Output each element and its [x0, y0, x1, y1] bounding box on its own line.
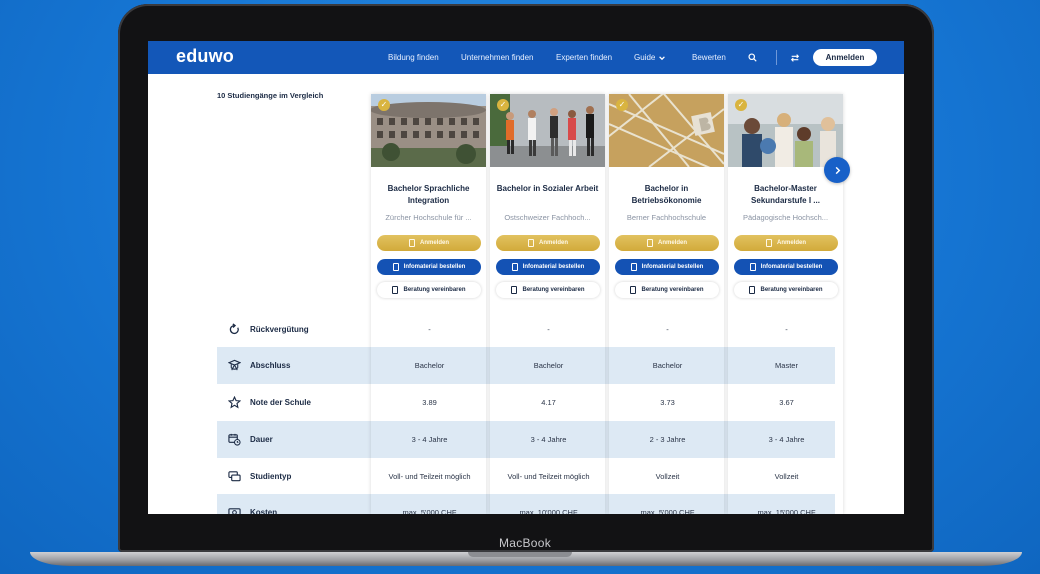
login-button[interactable]: Anmelden	[813, 49, 877, 66]
row-label: Abschluss	[250, 361, 291, 370]
nav-label: Bewerten	[692, 53, 726, 62]
program-card: ✓ Bachelor Sprachliche Integration Zürch…	[371, 94, 486, 514]
button-label: Beratung vereinbaren	[403, 287, 466, 293]
calendar-clock-icon	[228, 433, 241, 446]
edit-document-icon	[408, 239, 415, 247]
row-label: Note der Schule	[250, 398, 311, 407]
edit-document-icon	[765, 239, 772, 247]
button-label: Beratung vereinbaren	[760, 287, 823, 293]
top-navigation: eduwo Bildung finden Unternehmen finden …	[148, 41, 904, 74]
program-school[interactable]: Pädagogische Hochsch...	[734, 213, 837, 222]
carousel-next-button[interactable]	[824, 157, 850, 183]
program-title[interactable]: Bachelor Sprachliche Integration	[375, 183, 482, 207]
button-label: Infomaterial bestellen	[403, 264, 466, 270]
checkmark-icon: ✓	[497, 99, 509, 111]
apply-button[interactable]: Anmelden	[377, 235, 481, 251]
program-school[interactable]: Berner Fachhochschule	[615, 213, 718, 222]
document-icon	[511, 286, 518, 294]
button-label: Beratung vereinbaren	[641, 287, 704, 293]
apply-button[interactable]: Anmelden	[734, 235, 838, 251]
row-label: Kosten	[250, 508, 278, 514]
laptop-base-notch	[468, 552, 572, 557]
button-label: Beratung vereinbaren	[522, 287, 585, 293]
program-image[interactable]: ✓	[728, 94, 843, 167]
order-info-button[interactable]: Infomaterial bestellen	[734, 259, 838, 275]
nav-label: Guide	[634, 53, 656, 62]
book-consultation-button[interactable]: Beratung vereinbaren	[377, 282, 481, 298]
checkmark-icon: ✓	[616, 99, 628, 111]
apply-button[interactable]: Anmelden	[615, 235, 719, 251]
document-icon	[749, 263, 756, 271]
button-label: Anmelden	[538, 240, 568, 246]
button-label: Infomaterial bestellen	[522, 264, 585, 270]
graduation-icon	[228, 359, 241, 371]
nav-label: Experten finden	[556, 53, 613, 62]
star-icon	[228, 396, 241, 409]
order-info-button[interactable]: Infomaterial bestellen	[615, 259, 719, 275]
book-consultation-button[interactable]: Beratung vereinbaren	[734, 282, 838, 298]
money-icon	[228, 508, 241, 514]
program-card: ✓ Bachelor in Sozialer Arbeit Ostschweiz…	[490, 94, 605, 514]
nav-guide[interactable]: Guide	[634, 41, 666, 74]
program-image[interactable]: ✓	[371, 94, 486, 167]
row-label: Rückvergütung	[250, 325, 309, 334]
browser-screen: eduwo Bildung finden Unternehmen finden …	[148, 41, 904, 514]
program-title[interactable]: Bachelor in Betriebsökonomie	[613, 183, 720, 207]
edit-document-icon	[527, 239, 534, 247]
document-icon	[630, 286, 637, 294]
document-icon	[392, 263, 399, 271]
row-label: Studientyp	[250, 472, 292, 481]
refresh-icon	[229, 323, 239, 335]
nav-bildung-finden[interactable]: Bildung finden	[388, 41, 439, 74]
edit-document-icon	[646, 239, 653, 247]
apply-button[interactable]: Anmelden	[496, 235, 600, 251]
nav-experten-finden[interactable]: Experten finden	[556, 41, 612, 74]
program-title[interactable]: Bachelor in Sozialer Arbeit	[494, 183, 601, 195]
program-card: ✓ Bachelor-Master Sekundarstufe I ... Pä…	[728, 94, 843, 514]
button-label: Anmelden	[657, 240, 687, 246]
checkmark-icon: ✓	[735, 99, 747, 111]
header-divider	[776, 50, 777, 65]
eduwo-logo[interactable]: eduwo	[176, 46, 234, 67]
button-label: Anmelden	[419, 240, 449, 246]
nav-label: Bildung finden	[388, 53, 439, 62]
document-icon	[749, 286, 756, 294]
comparison-title: 10 Studiengänge im Vergleich	[217, 91, 324, 100]
button-label: Anmelden	[776, 240, 806, 246]
button-label: Infomaterial bestellen	[760, 264, 823, 270]
device-label: MacBook	[498, 536, 552, 550]
order-info-button[interactable]: Infomaterial bestellen	[496, 259, 600, 275]
nav-label: Unternehmen finden	[461, 53, 534, 62]
book-consultation-button[interactable]: Beratung vereinbaren	[496, 282, 600, 298]
button-label: Infomaterial bestellen	[641, 264, 704, 270]
checkmark-icon: ✓	[378, 99, 390, 111]
book-consultation-button[interactable]: Beratung vereinbaren	[615, 282, 719, 298]
program-image[interactable]: ✓	[609, 94, 724, 167]
program-card: ✓ Bachelor in Betriebsökonomie Berner Fa…	[609, 94, 724, 514]
program-school[interactable]: Zürcher Hochschule für ...	[377, 213, 480, 222]
search-button[interactable]	[744, 41, 760, 74]
program-title[interactable]: Bachelor-Master Sekundarstufe I ...	[732, 183, 839, 207]
search-icon	[747, 53, 757, 62]
nav-unternehmen-finden[interactable]: Unternehmen finden	[461, 41, 534, 74]
row-label: Dauer	[250, 435, 273, 444]
chevron-right-icon	[835, 166, 840, 174]
document-icon	[511, 263, 518, 271]
document-icon	[630, 263, 637, 271]
program-image[interactable]: ✓	[490, 94, 605, 167]
order-info-button[interactable]: Infomaterial bestellen	[377, 259, 481, 275]
chevron-down-icon	[659, 55, 666, 60]
document-icon	[392, 286, 399, 294]
nav-bewerten[interactable]: Bewerten	[692, 41, 726, 74]
swap-arrows-icon	[790, 53, 800, 62]
layers-icon	[228, 471, 241, 482]
program-school[interactable]: Ostschweizer Fachhoch...	[496, 213, 599, 222]
compare-toggle-button[interactable]	[787, 41, 803, 74]
